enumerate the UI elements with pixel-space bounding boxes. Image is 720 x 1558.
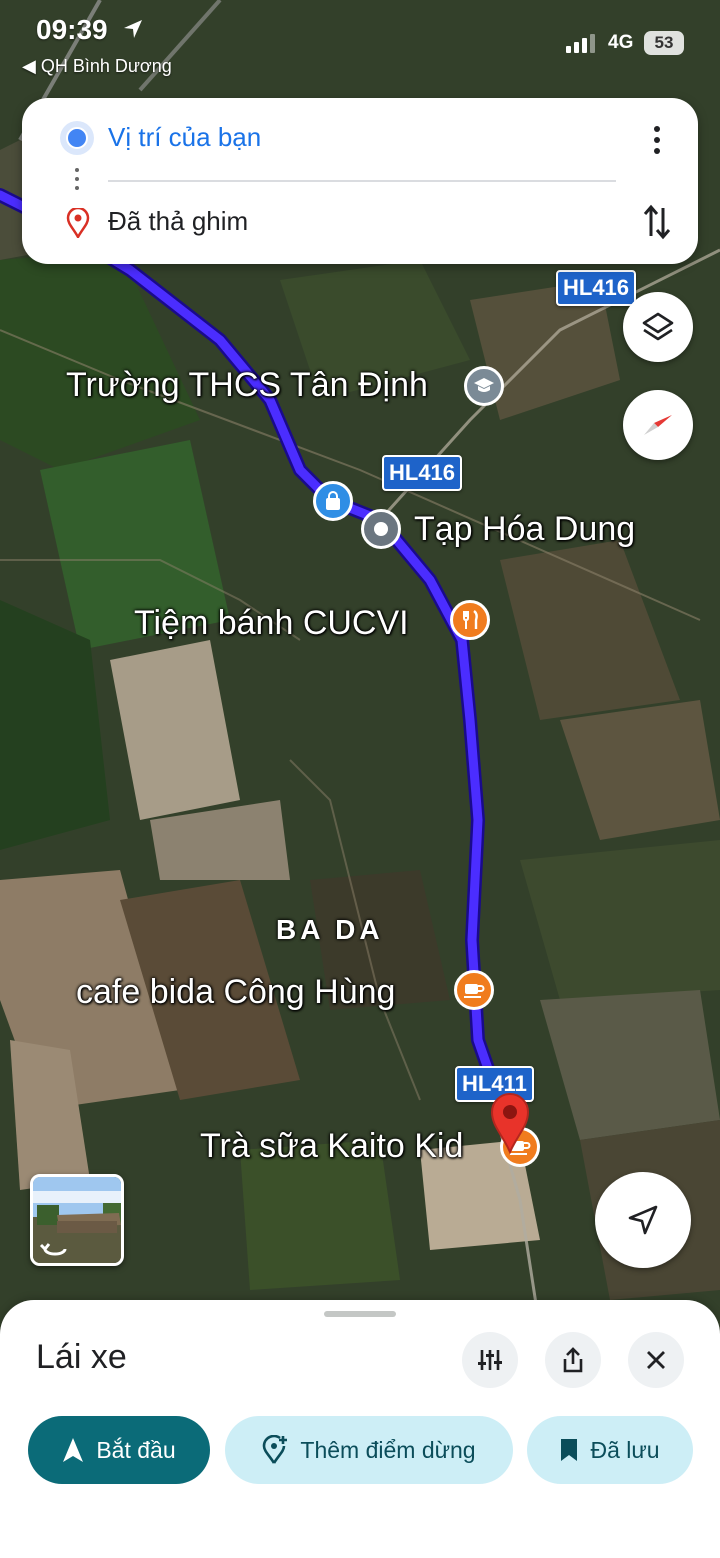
travel-mode-title: Lái xe	[36, 1338, 127, 1376]
store-pin-icon[interactable]	[361, 509, 401, 549]
layers-button[interactable]	[623, 292, 693, 362]
destination-field[interactable]: Đã thả ghim	[108, 206, 248, 237]
layers-icon	[642, 312, 674, 341]
road-shield-hl416: HL416	[556, 270, 637, 306]
navigation-arrow-icon	[63, 1438, 84, 1462]
street-view-image	[33, 1177, 121, 1263]
network-type: 4G	[608, 32, 634, 53]
options-button[interactable]	[462, 1332, 518, 1388]
battery-level: 53	[644, 31, 684, 55]
signal-strength-icon	[566, 34, 595, 53]
swap-vertical-icon[interactable]	[642, 202, 672, 242]
compass-icon	[644, 415, 672, 435]
drag-handle[interactable]	[324, 1311, 396, 1317]
start-button-label: Bắt đầu	[96, 1436, 176, 1463]
origin-field[interactable]: Vị trí của bạn	[108, 122, 261, 153]
more-vert-icon[interactable]	[642, 120, 672, 160]
status-time: 09:39	[36, 14, 108, 45]
add-stop-label: Thêm điểm dừng	[300, 1436, 476, 1463]
cafe-icon[interactable]	[454, 970, 494, 1010]
status-bar: 09:39 ◀ QH Bình Dương 4G 53	[0, 0, 720, 90]
navigation-arrow-icon	[124, 20, 142, 38]
place-label-school[interactable]: Trường THCS Tân Định	[66, 366, 428, 405]
route-dots-icon	[75, 168, 79, 195]
share-button[interactable]	[545, 1332, 601, 1388]
directions-sheet: Lái xe Bắt đầu Thêm điểm dừng Đã lưu	[0, 1300, 720, 1558]
shopping-bag-icon[interactable]	[313, 481, 353, 521]
street-view-thumbnail[interactable]	[30, 1174, 124, 1266]
place-label-grocery[interactable]: Tạp Hóa Dung	[414, 510, 635, 549]
divider	[108, 180, 616, 182]
my-location-button[interactable]	[595, 1172, 691, 1268]
start-button[interactable]: Bắt đầu	[28, 1416, 210, 1484]
add-location-icon	[263, 1435, 288, 1464]
saved-button[interactable]: Đã lưu	[527, 1416, 693, 1484]
route-card: Vị trí của bạn Đã thả ghim	[22, 98, 698, 264]
restaurant-icon[interactable]	[450, 600, 490, 640]
saved-label: Đã lưu	[590, 1436, 660, 1463]
dropped-pin-icon[interactable]	[490, 1092, 530, 1154]
close-icon	[647, 1351, 665, 1369]
road-shield-hl416: HL416	[382, 455, 463, 491]
area-label: BA DA	[276, 914, 384, 945]
place-label-cafe[interactable]: cafe bida Công Hùng	[76, 973, 395, 1012]
compass-button[interactable]	[623, 390, 693, 460]
destination-pin-icon	[66, 208, 90, 238]
share-icon	[563, 1347, 583, 1373]
my-location-icon	[628, 1205, 658, 1235]
school-icon[interactable]	[464, 366, 504, 406]
place-label-milktea[interactable]: Trà sữa Kaito Kid	[200, 1127, 463, 1166]
tune-icon	[478, 1350, 502, 1370]
close-button[interactable]	[628, 1332, 684, 1388]
bookmark-icon	[561, 1439, 578, 1461]
back-to-app-link[interactable]: ◀ QH Bình Dương	[22, 56, 172, 77]
add-stop-button[interactable]: Thêm điểm dừng	[225, 1416, 513, 1484]
place-label-bakery[interactable]: Tiệm bánh CUCVI	[134, 604, 409, 643]
origin-location-icon	[66, 127, 88, 149]
